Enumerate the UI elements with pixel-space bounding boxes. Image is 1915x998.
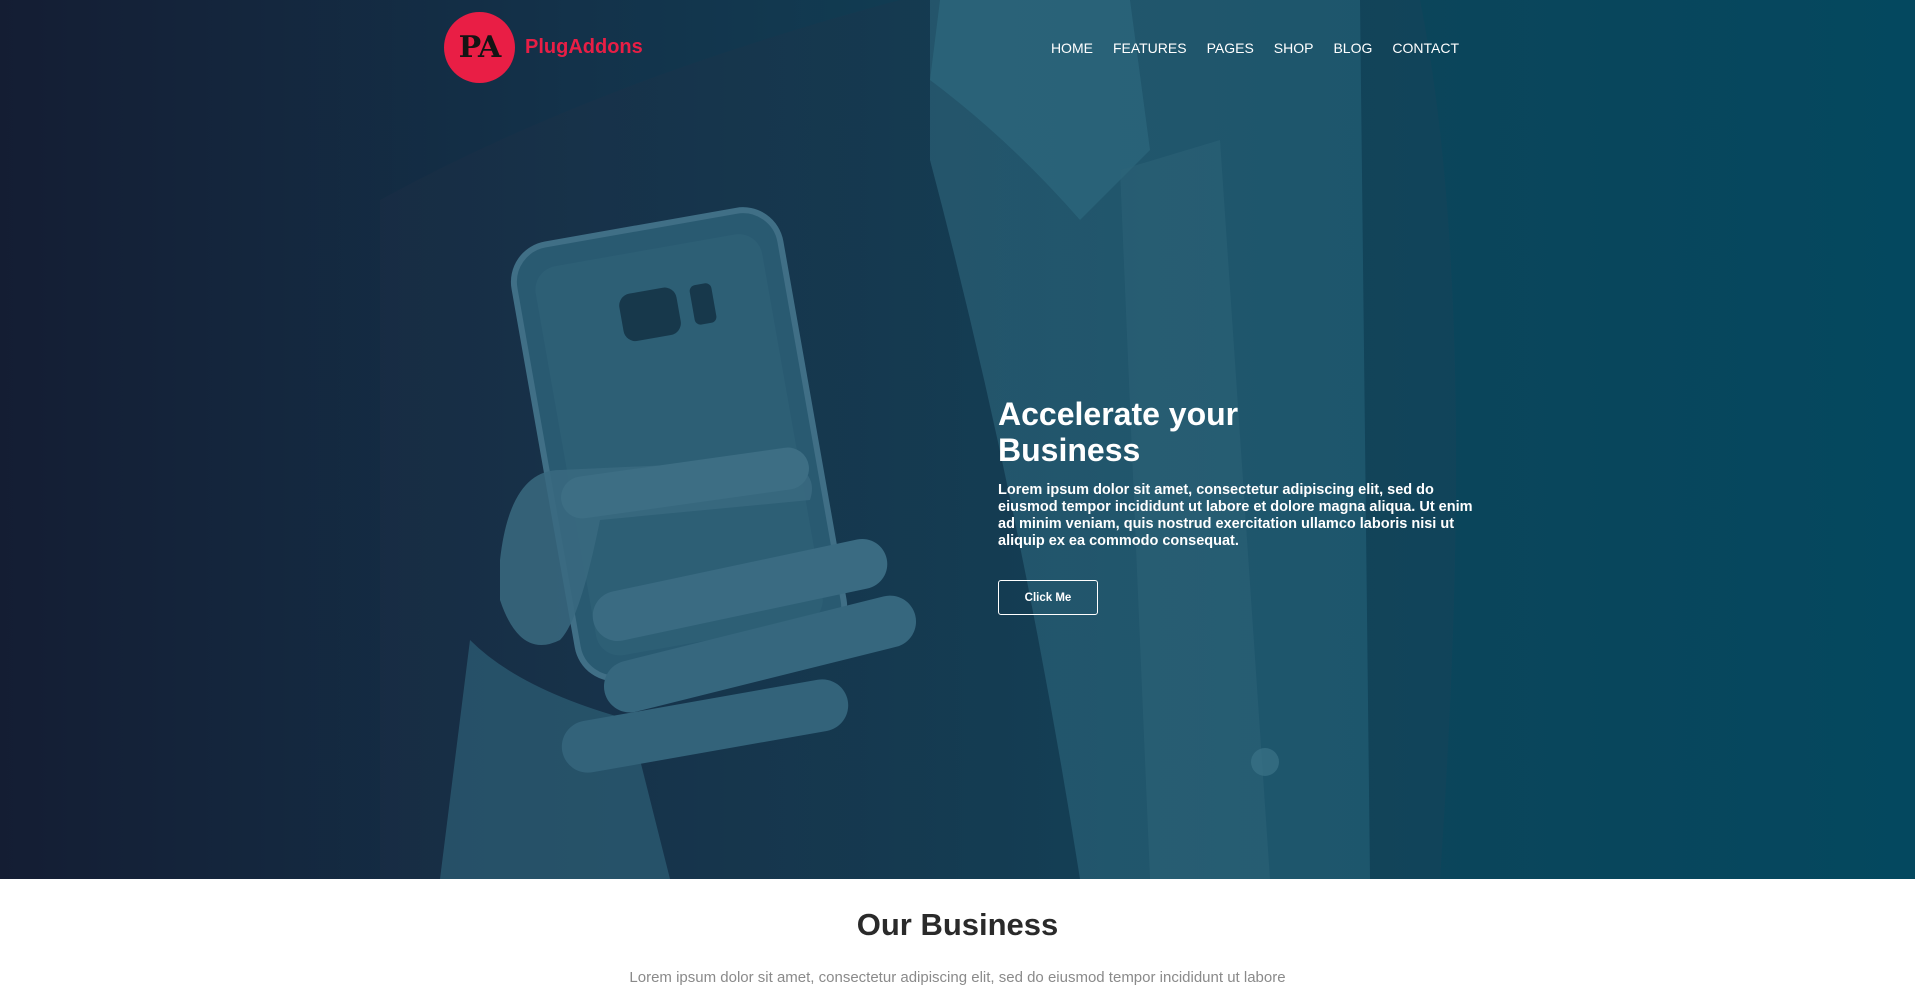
nav-item-shop[interactable]: SHOP: [1274, 40, 1314, 56]
our-business-section: Our Business Lorem ipsum dolor sit amet,…: [0, 879, 1915, 998]
nav-item-features[interactable]: FEATURES: [1113, 40, 1187, 56]
hero-content: Accelerate your Business Lorem ipsum dol…: [998, 396, 1488, 615]
nav-item-pages[interactable]: PAGES: [1207, 40, 1254, 56]
brand-logo[interactable]: PA PlugAddons: [444, 12, 643, 83]
logo-mark: PA: [444, 12, 515, 83]
hero-description: Lorem ipsum dolor sit amet, consectetur …: [998, 482, 1473, 549]
section-title: Our Business: [856, 907, 1059, 942]
section-description: Lorem ipsum dolor sit amet, consectetur …: [629, 969, 1286, 986]
nav-item-blog[interactable]: BLOG: [1333, 40, 1372, 56]
click-me-button[interactable]: Click Me: [998, 580, 1098, 615]
nav-item-contact[interactable]: CONTACT: [1392, 40, 1459, 56]
hero-section: PA PlugAddons HOME FEATURES PAGES SHOP B…: [0, 0, 1915, 879]
hero-background-image: [380, 0, 1456, 879]
hero-title: Accelerate your Business: [998, 396, 1239, 468]
nav-item-home[interactable]: HOME: [1051, 40, 1093, 56]
brand-name: PlugAddons: [525, 36, 643, 58]
main-nav: HOME FEATURES PAGES SHOP BLOG CONTACT: [1031, 40, 1459, 56]
